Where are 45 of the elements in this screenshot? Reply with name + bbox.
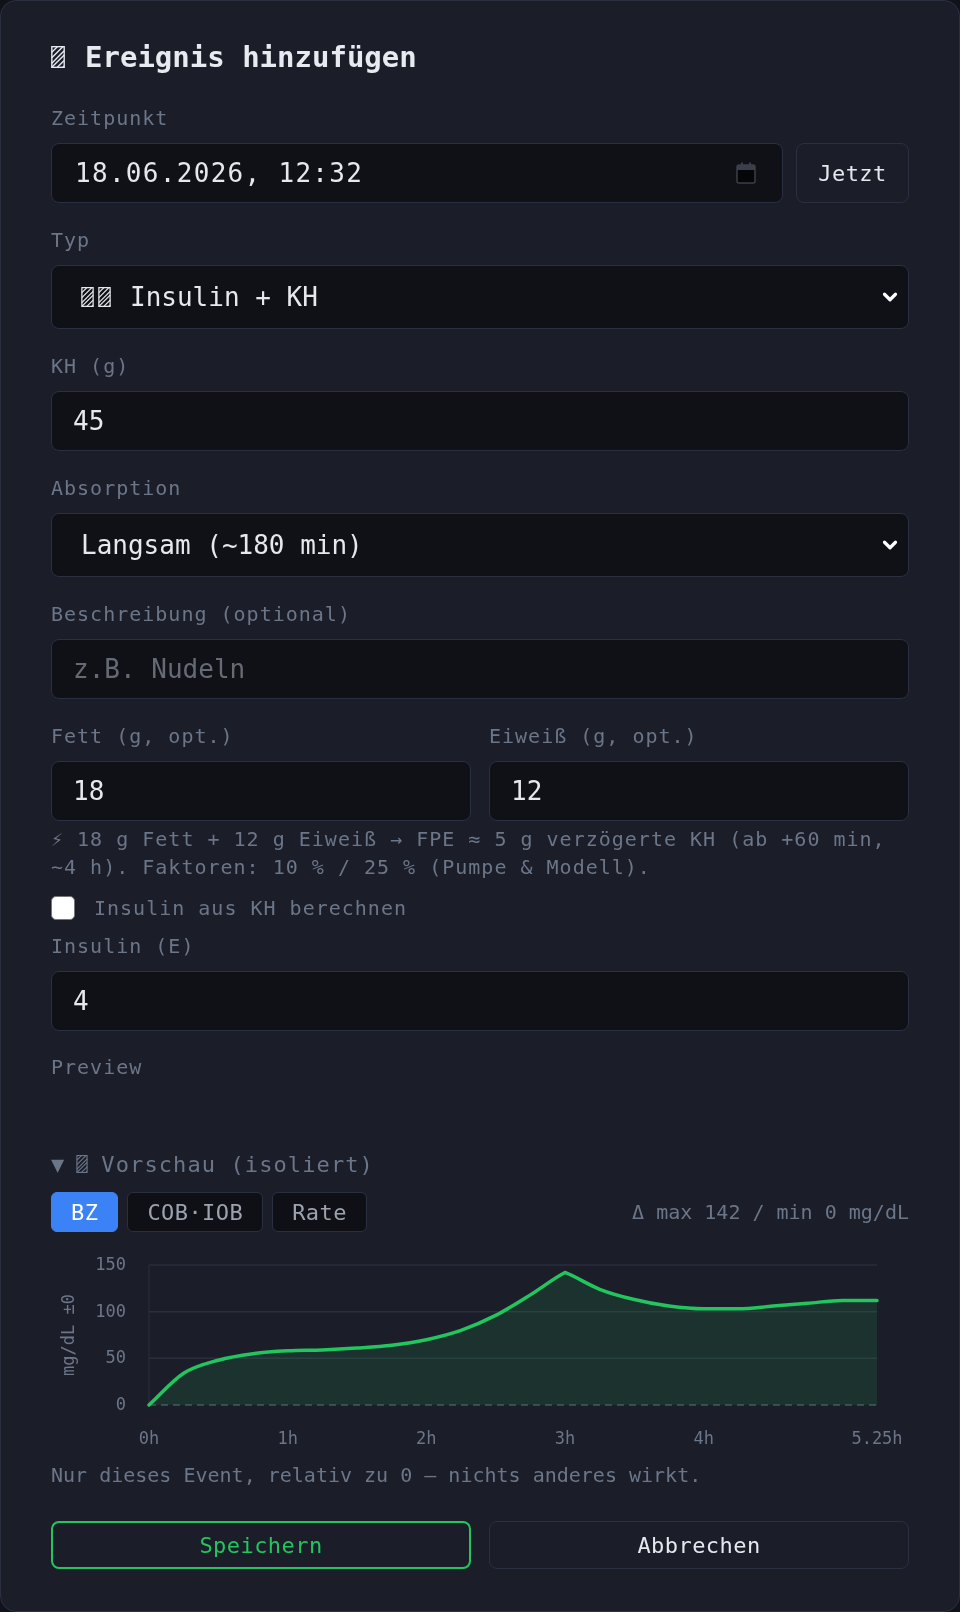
- description-input[interactable]: z.B. Nudeln: [51, 639, 909, 699]
- axis-label: 100: [95, 1300, 126, 1321]
- axis-label: 150: [95, 1254, 126, 1274]
- chart-tab[interactable]: Rate: [272, 1192, 367, 1232]
- checkbox[interactable]: [51, 896, 75, 920]
- cancel-button[interactable]: Abbrechen: [489, 1521, 909, 1569]
- axis-label: 2h: [416, 1428, 437, 1448]
- chart-summary: Δ max 142 / min 0 mg/dL: [632, 1199, 909, 1226]
- fpe-hint: ⚡ 18 g Fett + 12 g Eiweiß → FPE ≈ 5 g verzögerte KH (ab +60 min, ~4 h). Faktoren: 10 % / 25 % (Pumpe & Modell).: [51, 826, 887, 881]
- field-label: Absorption: [51, 475, 182, 501]
- type-select[interactable]: Insulin + KH: [51, 265, 909, 329]
- missing-glyph-icon: [51, 46, 65, 68]
- axis-label: 0h: [138, 1428, 160, 1448]
- datetime-field[interactable]: 18.06.2026, 12:32: [51, 143, 783, 203]
- save-button[interactable]: Speichern: [51, 1521, 471, 1569]
- field-label: Typ: [51, 227, 91, 253]
- axis-label: 5.25h: [851, 1428, 903, 1448]
- section-label: Preview: [51, 1054, 143, 1080]
- chart-tab[interactable]: BZ: [51, 1192, 119, 1232]
- axis-label: 50: [105, 1347, 126, 1368]
- missing-glyph-icon: [76, 1155, 89, 1173]
- checkbox-label[interactable]: Insulin aus KH berechnen: [94, 895, 407, 921]
- carbs-input[interactable]: 45: [51, 391, 909, 451]
- field-label: Eiweiß (g, opt.): [489, 723, 698, 749]
- fat-input[interactable]: 18: [51, 761, 471, 821]
- axis-label: 3h: [554, 1428, 576, 1448]
- field-label: KH (g): [51, 353, 130, 379]
- missing-glyph-icon: [81, 287, 94, 307]
- insulin-input[interactable]: 4: [51, 971, 909, 1031]
- dialog-title: Ereignis hinzufügen: [85, 39, 417, 75]
- chart-tab[interactable]: COB·IOB: [127, 1192, 264, 1232]
- chart-note: Nur dieses Event, relativ zu 0 — nichts anderes wirkt.: [51, 1462, 703, 1488]
- protein-input[interactable]: 12: [489, 761, 909, 821]
- missing-glyph-icon: [98, 287, 111, 307]
- absorption-select[interactable]: Langsam (~180 min): [51, 513, 909, 577]
- field-label: Insulin (E): [51, 933, 195, 959]
- axis-label: 0: [115, 1394, 126, 1414]
- axis-label: 1h: [277, 1428, 298, 1448]
- field-label: Zeitpunkt: [51, 105, 169, 131]
- axis-label: 4h: [693, 1428, 714, 1448]
- field-label: Beschreibung (optional): [51, 601, 351, 627]
- field-label: Fett (g, opt.): [51, 723, 234, 749]
- axis-title: mg/dL ±0: [58, 1294, 78, 1376]
- now-button[interactable]: Jetzt: [796, 143, 909, 203]
- preview-toggle[interactable]: ▼ Vorschau (isoliert): [51, 1149, 374, 1179]
